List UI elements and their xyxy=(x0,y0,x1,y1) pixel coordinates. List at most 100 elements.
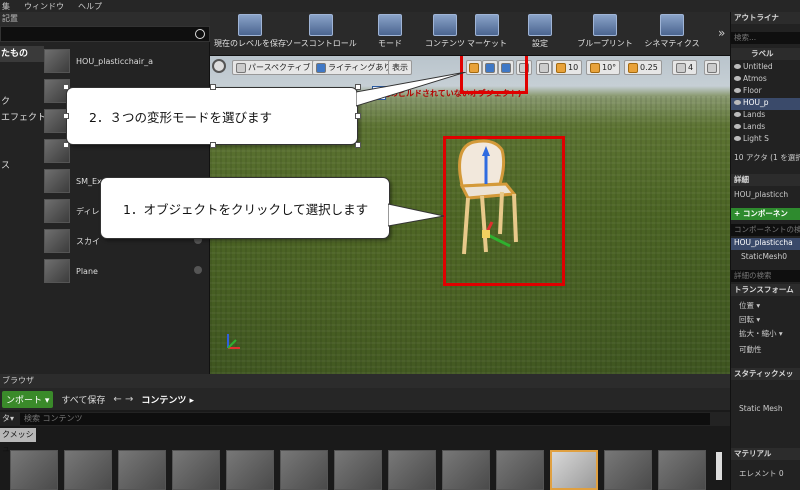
place-item[interactable]: Plane xyxy=(44,256,210,286)
eye-icon[interactable] xyxy=(734,88,741,93)
scale-label[interactable]: 拡大・縮小 ▾ xyxy=(731,328,800,340)
perspective-icon xyxy=(236,62,246,73)
settings-button[interactable]: 設定 xyxy=(522,14,558,54)
component-root-item[interactable]: HOU_plasticcha xyxy=(731,238,800,250)
item-label: HOU_plasticchair_a xyxy=(76,56,154,66)
eye-icon[interactable] xyxy=(734,136,741,141)
sky-sphere-icon xyxy=(44,229,70,253)
asset-thumbnail[interactable] xyxy=(64,450,112,490)
menu-edit[interactable]: 集 xyxy=(2,1,10,12)
outliner-column-label[interactable]: ラベル xyxy=(731,48,800,60)
history-arrows[interactable]: ← → xyxy=(113,394,133,405)
asset-thumbnail[interactable] xyxy=(280,450,328,490)
source-control-button[interactable]: ソースコントロール xyxy=(285,14,357,54)
eye-icon[interactable] xyxy=(734,124,741,129)
info-icon xyxy=(194,266,202,274)
content-browser-tab[interactable]: ブラウザ xyxy=(0,374,730,388)
category-item[interactable]: ク xyxy=(0,94,44,110)
perspective-button[interactable]: パースペクティブ xyxy=(232,60,315,75)
details-search-input[interactable]: 詳細の検索 xyxy=(731,270,800,282)
asset-thumbnail[interactable] xyxy=(604,450,652,490)
eye-icon[interactable] xyxy=(734,64,741,69)
outliner-search-input[interactable]: 検索... xyxy=(731,32,800,44)
place-categories: たもの ク エフェクト ス xyxy=(0,46,44,174)
resize-handle xyxy=(63,113,69,119)
outliner-row[interactable]: Lands xyxy=(731,122,800,134)
component-search-input[interactable]: コンポーネントの検 xyxy=(731,224,800,236)
category-item[interactable] xyxy=(0,142,44,158)
outliner-row[interactable]: Lands xyxy=(731,110,800,122)
scale-snap-button[interactable]: 0.25 xyxy=(624,60,662,75)
content-browser-toolbar: ンポート ▾ すべて保存 ← → コンテンツ ▸ xyxy=(0,388,730,410)
modes-button[interactable]: モード xyxy=(370,14,410,54)
asset-thumbnail[interactable] xyxy=(658,450,706,490)
eye-icon[interactable] xyxy=(734,100,741,105)
material-element-label: エレメント 0 xyxy=(739,469,784,478)
content-scrollbar[interactable] xyxy=(716,452,722,480)
place-item[interactable]: HOU_plasticchair_a xyxy=(44,46,210,76)
rotation-snap-value: 10° xyxy=(602,63,617,72)
rotation-label[interactable]: 回転 ▾ xyxy=(731,314,800,326)
maximize-viewport-button[interactable] xyxy=(704,60,720,75)
material-section[interactable]: マテリアル xyxy=(731,448,800,460)
category-item[interactable]: ス xyxy=(0,158,44,174)
asset-thumbnail[interactable] xyxy=(388,450,436,490)
place-panel-tab[interactable]: 記置 xyxy=(0,12,210,26)
outliner-row-selected[interactable]: HOU_p xyxy=(731,98,800,110)
camera-icon xyxy=(676,62,686,73)
content-path-breadcrumb[interactable]: コンテンツ ▸ xyxy=(141,393,194,406)
content-icon xyxy=(433,14,457,36)
asset-thumbnail[interactable] xyxy=(334,450,382,490)
import-button[interactable]: ンポート ▾ xyxy=(2,390,54,408)
save-level-button[interactable]: 現在のレベルを保存 xyxy=(210,14,290,54)
eye-icon[interactable] xyxy=(734,112,741,117)
outliner-row[interactable]: Floor xyxy=(731,86,800,98)
asset-thumbnail[interactable] xyxy=(226,450,274,490)
asset-thumbnail[interactable] xyxy=(118,450,166,490)
eye-icon[interactable] xyxy=(734,76,741,81)
toolbar-overflow-button[interactable]: » xyxy=(718,26,725,40)
outliner-row[interactable]: Untitled xyxy=(731,62,800,74)
instruction-step-1: 1．オブジェクトをクリックして選択します xyxy=(100,177,390,239)
viewport-menu-icon[interactable] xyxy=(212,59,226,73)
asset-thumbnail[interactable] xyxy=(10,450,58,490)
asset-thumbnail[interactable] xyxy=(442,450,490,490)
static-mesh-filter-chip[interactable]: クメッシュ xyxy=(0,428,36,453)
item-label: ディレ xyxy=(76,206,100,216)
outliner-row-label: Lands xyxy=(743,122,766,131)
asset-thumbnail[interactable] xyxy=(172,450,220,490)
instruction-step-2: 2．３つの変形モードを選びます xyxy=(63,84,361,148)
marketplace-button[interactable]: マーケット xyxy=(464,14,510,54)
asset-thumbnail[interactable] xyxy=(496,450,544,490)
menu-window[interactable]: ウィンドウ xyxy=(24,1,64,12)
resize-handle xyxy=(210,84,216,90)
category-recent[interactable]: たもの xyxy=(0,46,44,62)
outliner-row[interactable]: Atmos xyxy=(731,74,800,86)
rotation-snap-button[interactable]: 10° xyxy=(586,60,621,75)
category-item[interactable] xyxy=(0,78,44,94)
details-object-name[interactable]: HOU_plasticch xyxy=(731,190,800,202)
blueprints-button[interactable]: ブループリント xyxy=(576,14,634,54)
asset-thumbnail[interactable] xyxy=(550,450,598,490)
content-button[interactable]: コンテンツ xyxy=(422,14,468,54)
static-mesh-component-item[interactable]: StaticMesh0 xyxy=(731,252,800,264)
filter-button[interactable]: タ▾ xyxy=(2,413,14,424)
grid-snap-button[interactable]: 10 xyxy=(552,60,583,75)
add-component-button[interactable]: + コンポーネン xyxy=(731,208,800,220)
outliner-title: アウトライナ xyxy=(731,12,800,24)
place-search-input[interactable] xyxy=(0,26,210,42)
menu-help[interactable]: ヘルプ xyxy=(78,1,102,12)
outliner-row[interactable]: Light S xyxy=(731,134,800,146)
transform-modes-highlight xyxy=(460,56,528,94)
category-item[interactable] xyxy=(0,126,44,142)
content-search-input[interactable]: 検索 コンテンツ xyxy=(20,413,710,425)
location-label[interactable]: 位置 ▾ xyxy=(731,300,800,312)
save-all-button[interactable]: すべて保存 xyxy=(61,393,105,406)
transform-section[interactable]: トランスフォーム xyxy=(731,284,800,296)
camera-speed-button[interactable]: 4 xyxy=(672,60,698,75)
surface-snap-button[interactable] xyxy=(536,60,552,75)
category-item[interactable] xyxy=(0,62,44,78)
category-effects[interactable]: エフェクト xyxy=(0,110,44,126)
cinematics-button[interactable]: シネマティクス xyxy=(640,14,704,54)
static-mesh-section[interactable]: スタティックメッ xyxy=(731,368,800,380)
